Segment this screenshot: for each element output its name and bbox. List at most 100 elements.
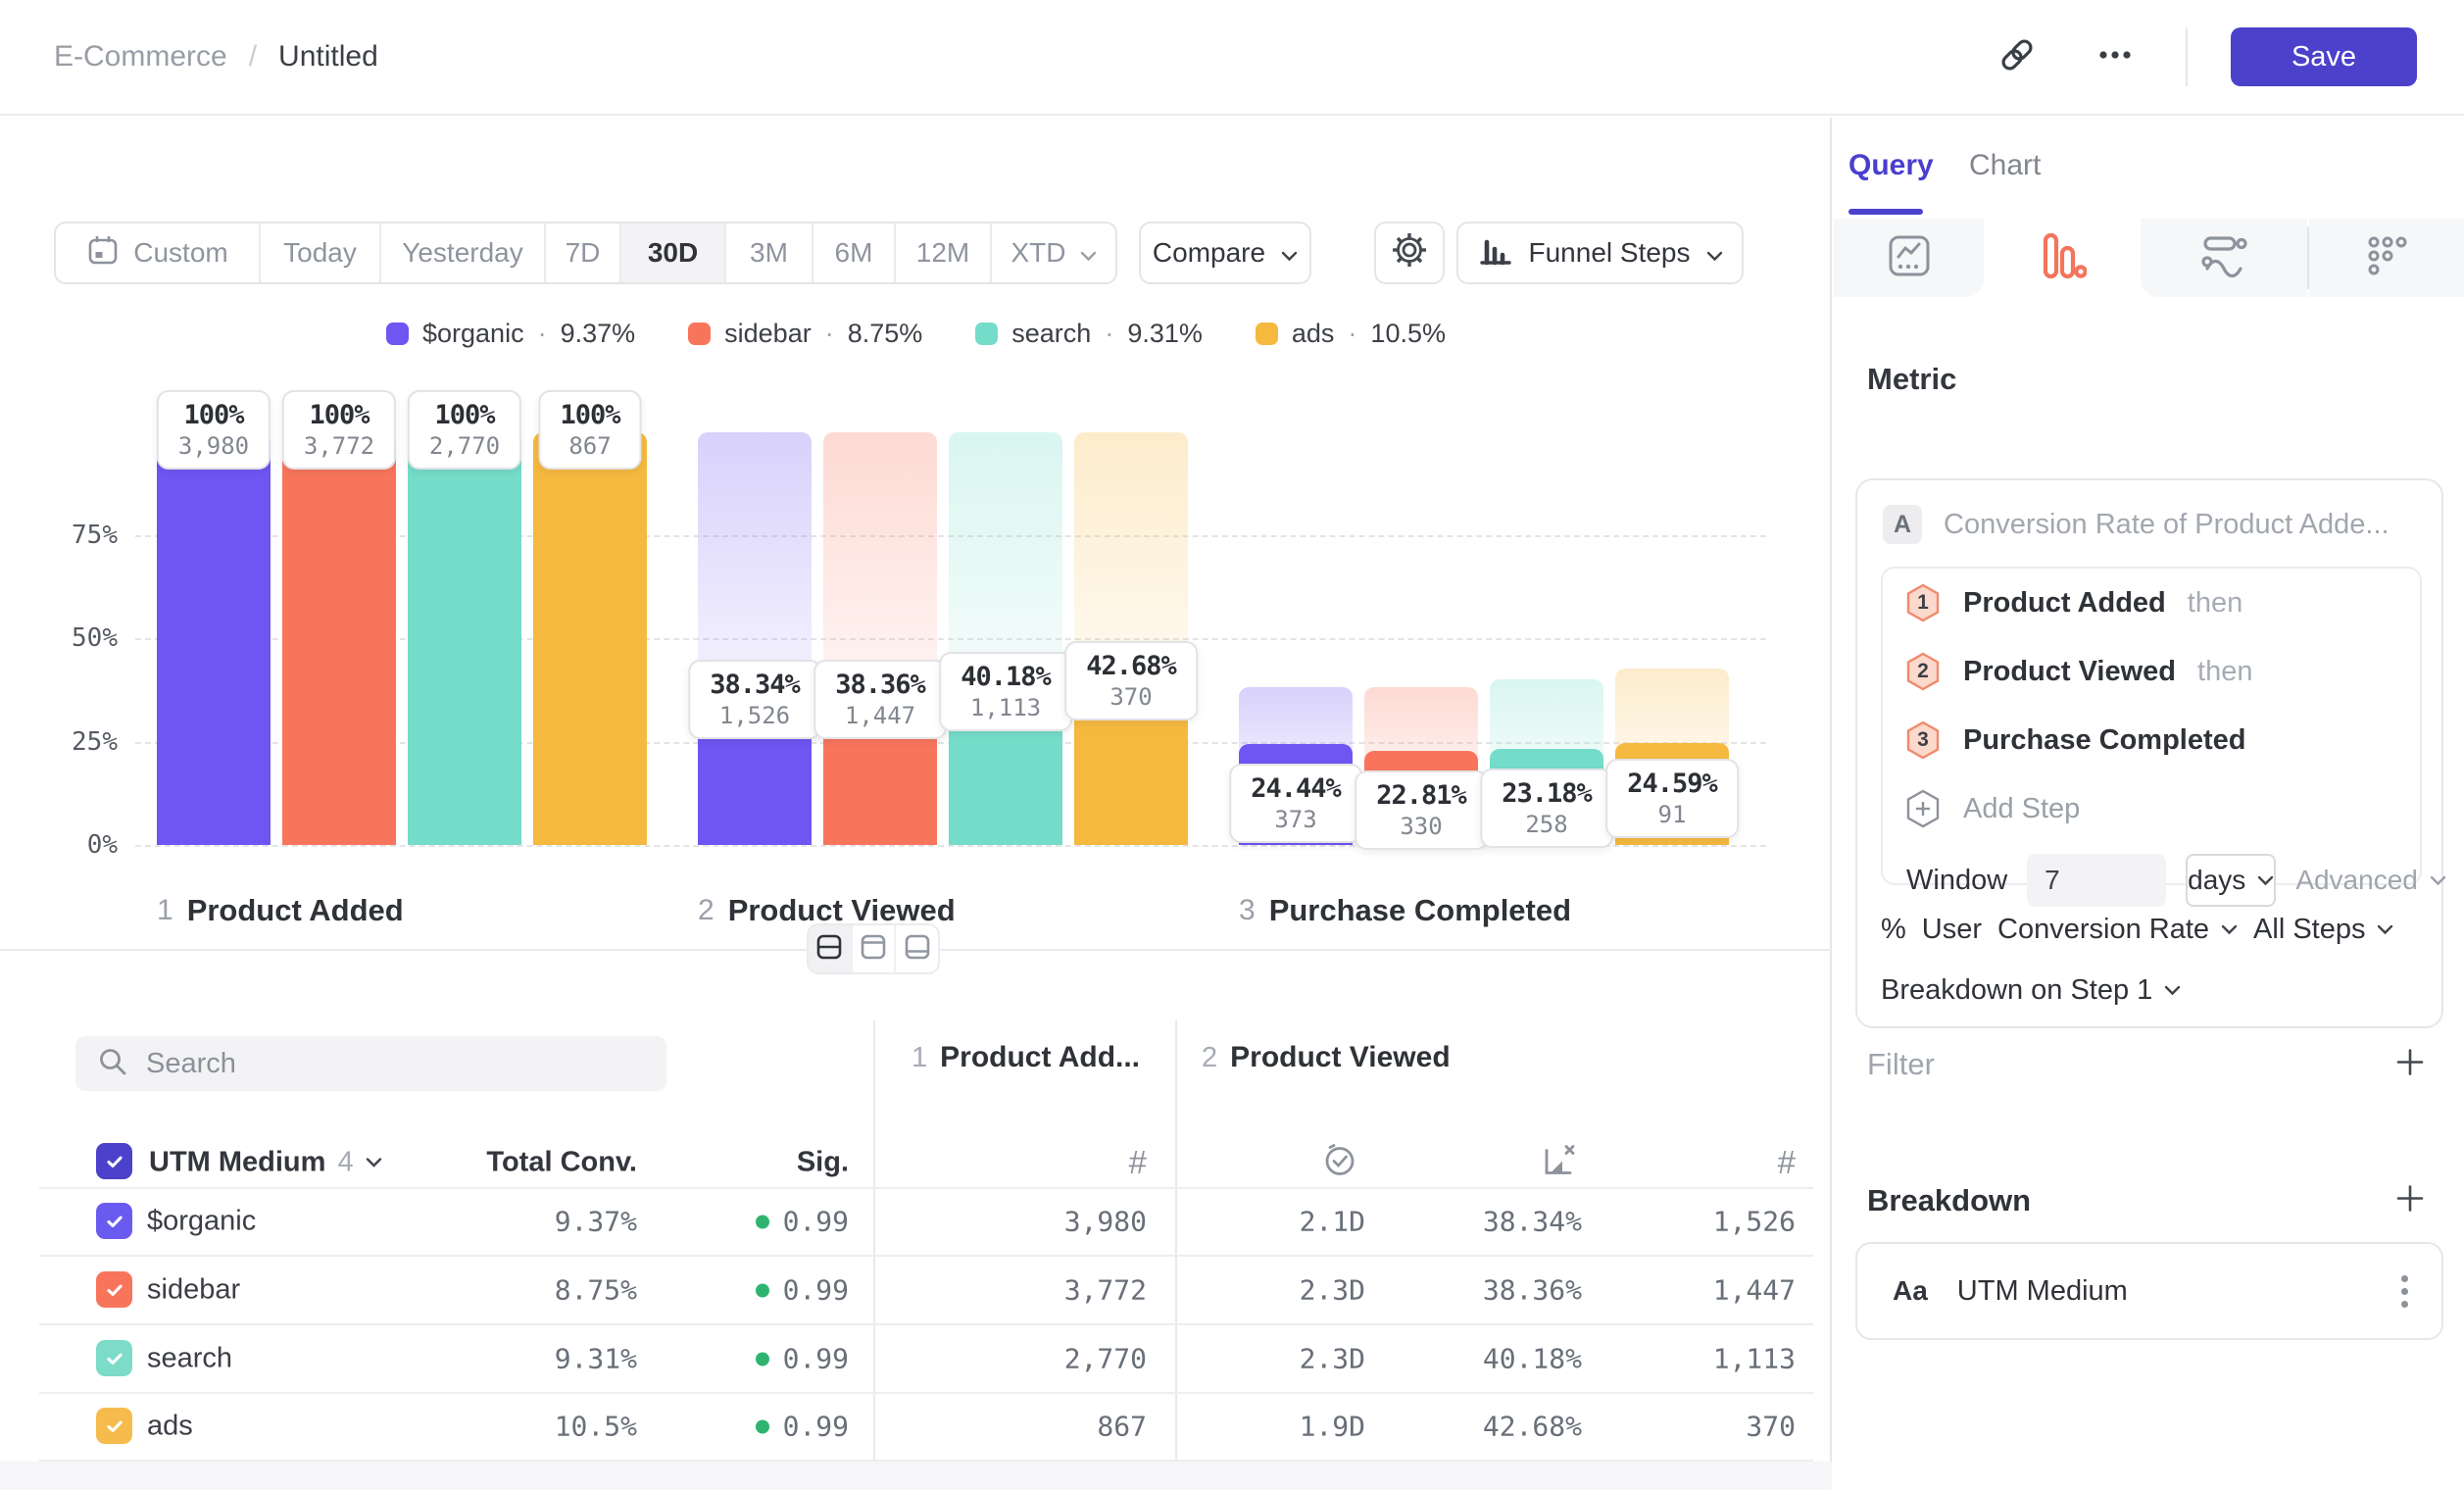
y-axis-tick: 75% bbox=[29, 521, 118, 550]
advanced-label: Advanced bbox=[2295, 865, 2418, 896]
bar-value-label: 24.44%373 bbox=[1229, 764, 1362, 843]
bar-value-label: 23.18%258 bbox=[1480, 769, 1613, 848]
layout-table-only-button[interactable] bbox=[896, 925, 938, 972]
table-search bbox=[75, 1036, 666, 1091]
table-row[interactable]: ads 10.5% 0.99 867 1.9D 42.68% 370 bbox=[0, 1392, 1832, 1461]
table-row[interactable]: search 9.31% 0.99 2,770 2.3D 40.18% 1,11… bbox=[0, 1324, 1832, 1393]
kebab-menu-icon[interactable] bbox=[2401, 1275, 2408, 1308]
breakdown-property-card[interactable]: Aa UTM Medium bbox=[1855, 1242, 2443, 1340]
window-unit-select[interactable]: days bbox=[2186, 854, 2276, 907]
add-step-hexagon-icon bbox=[1904, 788, 1942, 829]
funnel-steps-card: 1 Product Added then 2 Product Viewed th… bbox=[1881, 567, 2422, 885]
layout-bottom-icon bbox=[904, 933, 931, 966]
cell-sig: 0.99 bbox=[686, 1411, 849, 1443]
funnel-step-1[interactable]: 1 Product Added then bbox=[1883, 569, 2420, 637]
bar-value-label: 42.68%370 bbox=[1064, 641, 1198, 720]
app-root: E-Commerce / Untitled bbox=[0, 0, 2464, 1490]
measure-scope-select[interactable]: All Steps bbox=[2253, 914, 2393, 946]
cell-count: 1,526 bbox=[1617, 1206, 1796, 1238]
step-event-name: Purchase Completed bbox=[1963, 724, 2245, 757]
search-input[interactable] bbox=[146, 1048, 616, 1080]
chevron-down-icon bbox=[2164, 985, 2181, 996]
measure-type-select[interactable]: Conversion Rate bbox=[1997, 914, 2238, 946]
funnel-icon bbox=[2038, 231, 2087, 285]
select-all-checkbox[interactable] bbox=[96, 1143, 132, 1179]
tab-retention[interactable] bbox=[2309, 219, 2464, 297]
step-event-name: Product Added bbox=[1963, 587, 2166, 620]
funnel-bar[interactable] bbox=[408, 432, 521, 845]
sig-value: 0.99 bbox=[783, 1206, 849, 1238]
breakdown-column-header[interactable]: UTM Medium 4 bbox=[149, 1147, 382, 1179]
cell-sig: 0.99 bbox=[686, 1343, 849, 1375]
sig-dot bbox=[756, 1283, 769, 1297]
active-tab-underline bbox=[1848, 209, 1923, 215]
breadcrumb-project[interactable]: E-Commerce bbox=[54, 40, 227, 74]
step-number: 1 bbox=[157, 894, 173, 927]
row-checkbox[interactable] bbox=[96, 1203, 132, 1239]
cell-count: 1,447 bbox=[1617, 1274, 1796, 1307]
chevron-down-icon bbox=[2377, 924, 2393, 935]
cell-conv-rate: 38.36% bbox=[1402, 1274, 1582, 1307]
string-type-icon: Aa bbox=[1893, 1275, 1928, 1307]
cell-step1-count: 3,772 bbox=[941, 1274, 1147, 1307]
row-checkbox[interactable] bbox=[96, 1271, 132, 1308]
measure-entity[interactable]: User bbox=[1922, 914, 1982, 946]
bar-value-label: 100%867 bbox=[538, 390, 641, 470]
more-options-button[interactable] bbox=[2088, 29, 2143, 84]
layout-chart-only-button[interactable] bbox=[853, 925, 897, 972]
layout-toggle bbox=[807, 923, 940, 974]
funnel-bar[interactable] bbox=[282, 432, 396, 845]
tab-flows[interactable] bbox=[2141, 219, 2307, 297]
tab-query[interactable]: Query bbox=[1848, 149, 1934, 182]
tab-funnels[interactable] bbox=[1984, 219, 2141, 297]
table-row[interactable]: sidebar 8.75% 0.99 3,772 2.3D 38.36% 1,4… bbox=[0, 1256, 1832, 1324]
breakdown-on-step-select[interactable]: Breakdown on Step 1 bbox=[1881, 974, 2181, 1007]
add-filter-button[interactable] bbox=[2394, 1047, 2426, 1083]
sig-header[interactable]: Sig. bbox=[686, 1147, 849, 1179]
count2-column-header[interactable]: # bbox=[1666, 1144, 1796, 1181]
count-column-header[interactable]: # bbox=[1010, 1144, 1147, 1181]
tab-insights[interactable] bbox=[1834, 219, 1984, 297]
retention-dots-icon bbox=[2364, 233, 2409, 283]
window-value-input[interactable] bbox=[2027, 854, 2166, 907]
metric-title-row[interactable]: A Conversion Rate of Product Adde... bbox=[1883, 498, 2416, 551]
cell-sig: 0.99 bbox=[686, 1274, 849, 1307]
conv-rate-column-header[interactable] bbox=[1441, 1141, 1578, 1185]
funnel-step-3[interactable]: 3 Purchase Completed bbox=[1883, 706, 2420, 774]
breakdown-header-label: UTM Medium bbox=[149, 1147, 325, 1179]
add-breakdown-button[interactable] bbox=[2394, 1183, 2426, 1219]
copy-link-button[interactable] bbox=[1990, 29, 2045, 84]
bar-value-label: 22.81%330 bbox=[1355, 770, 1488, 850]
breakdown-count: 4 bbox=[337, 1147, 353, 1179]
breadcrumb-report-title[interactable]: Untitled bbox=[278, 40, 378, 74]
layout-split-button[interactable] bbox=[809, 925, 853, 972]
step-hexagon-badge: 2 bbox=[1904, 651, 1942, 692]
row-name: $organic bbox=[147, 1206, 256, 1238]
step-number: 2 bbox=[698, 894, 715, 927]
tab-chart[interactable]: Chart bbox=[1969, 149, 2041, 182]
cell-avg-time: 2.1D bbox=[1196, 1206, 1365, 1238]
step-event-name: Product Viewed bbox=[1963, 656, 2176, 688]
funnel-bar[interactable] bbox=[533, 432, 647, 845]
row-checkbox[interactable] bbox=[96, 1408, 132, 1444]
bar-value-label: 100%2,770 bbox=[408, 390, 521, 470]
breakdown-section-title: Breakdown bbox=[1867, 1183, 2031, 1218]
funnel-bar[interactable] bbox=[157, 432, 271, 845]
add-step-button[interactable]: Add Step bbox=[1883, 774, 2420, 843]
funnel-step-2[interactable]: 2 Product Viewed then bbox=[1883, 637, 2420, 706]
topbar: E-Commerce / Untitled bbox=[0, 0, 2464, 116]
save-button[interactable]: Save bbox=[2231, 27, 2417, 86]
cell-count: 370 bbox=[1617, 1411, 1796, 1443]
avg-time-column-header[interactable] bbox=[1225, 1142, 1358, 1184]
row-checkbox[interactable] bbox=[96, 1340, 132, 1376]
bar-value-label: 38.36%1,447 bbox=[813, 660, 947, 739]
table-row[interactable]: $organic 9.37% 0.99 3,980 2.1D 38.34% 1,… bbox=[0, 1187, 1832, 1256]
chevron-down-icon bbox=[2221, 924, 2238, 935]
add-step-label: Add Step bbox=[1963, 793, 2080, 825]
plus-icon bbox=[2394, 1183, 2426, 1215]
total-conv-header[interactable]: Total Conv. bbox=[412, 1147, 637, 1179]
plus-icon bbox=[2394, 1047, 2426, 1078]
query-builder-panel: Query Chart bbox=[1834, 118, 2464, 1490]
cell-conv-rate: 40.18% bbox=[1402, 1343, 1582, 1375]
advanced-toggle[interactable]: Advanced bbox=[2295, 865, 2446, 896]
